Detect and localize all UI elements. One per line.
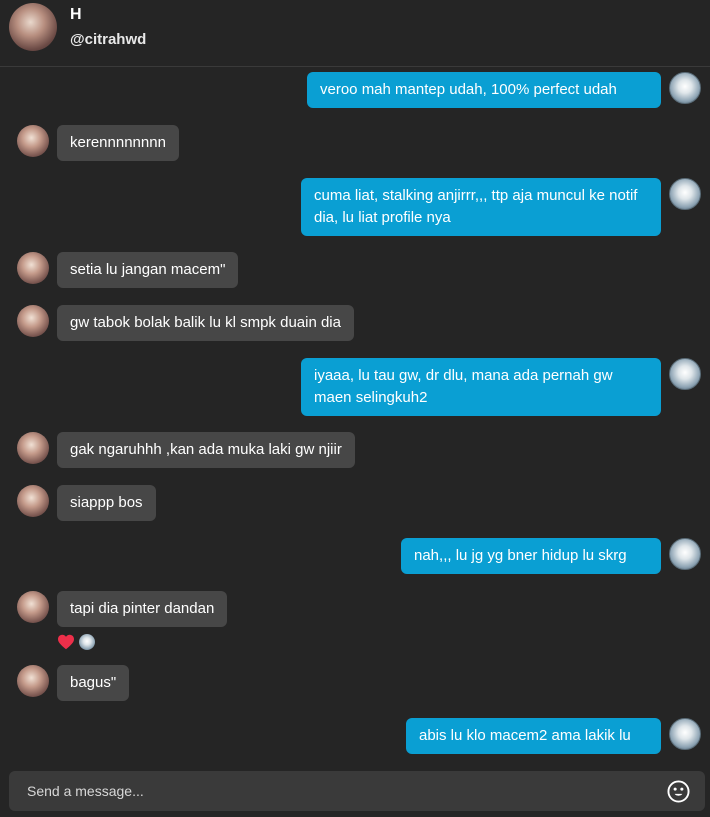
reactor-avatar: [79, 634, 95, 650]
outgoing-message[interactable]: cuma liat, stalking anjirrr,,, ttp aja m…: [301, 178, 661, 236]
contact-name[interactable]: H: [70, 6, 82, 24]
outgoing-message[interactable]: iyaaa, lu tau gw, dr dlu, mana ada perna…: [301, 358, 661, 416]
message-composer: [9, 771, 705, 811]
contact-handle[interactable]: @citrahwd: [70, 31, 146, 48]
message-input[interactable]: [9, 771, 649, 811]
contact-message-avatar[interactable]: [17, 665, 49, 697]
incoming-message[interactable]: siappp bos: [57, 485, 156, 521]
contact-message-avatar[interactable]: [17, 252, 49, 284]
contact-message-avatar[interactable]: [17, 305, 49, 337]
my-avatar[interactable]: [669, 718, 701, 750]
contact-message-avatar[interactable]: [17, 591, 49, 623]
outgoing-message[interactable]: abis lu klo macem2 ama lakik lu: [406, 718, 661, 754]
message-reaction[interactable]: [57, 633, 95, 651]
emoji-icon[interactable]: [667, 780, 690, 803]
contact-message-avatar[interactable]: [17, 125, 49, 157]
incoming-message[interactable]: kerennnnnnnn: [57, 125, 179, 161]
my-avatar[interactable]: [669, 178, 701, 210]
incoming-message[interactable]: bagus": [57, 665, 130, 701]
my-avatar[interactable]: [669, 358, 701, 390]
heart-icon: [58, 634, 74, 650]
contact-message-avatar[interactable]: [17, 432, 49, 464]
incoming-message[interactable]: gw tabok bolak balik lu kl smpk duain di…: [57, 305, 354, 341]
contact-avatar[interactable]: [9, 3, 57, 51]
contact-message-avatar[interactable]: [17, 485, 49, 517]
chat-header: H @citrahwd: [0, 0, 710, 67]
incoming-message[interactable]: setia lu jangan macem": [57, 252, 239, 288]
incoming-message[interactable]: gak ngaruhhh ,kan ada muka laki gw njiir: [57, 432, 355, 468]
my-avatar[interactable]: [669, 72, 701, 104]
my-avatar[interactable]: [669, 538, 701, 570]
incoming-message[interactable]: tapi dia pinter dandan: [57, 591, 228, 627]
outgoing-message[interactable]: nah,,, lu jg yg bner hidup lu skrg: [401, 538, 661, 574]
outgoing-message[interactable]: veroo mah mantep udah, 100% perfect udah: [307, 72, 661, 108]
